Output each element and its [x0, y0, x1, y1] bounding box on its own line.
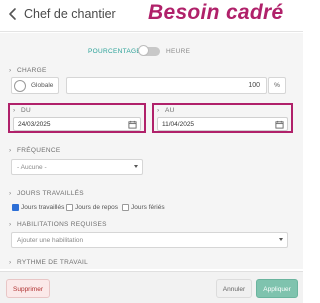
delete-button[interactable]: Supprimer — [6, 279, 50, 298]
frequence-label: FRÉQUENCE — [17, 147, 61, 154]
mode-toggle: POURCENTAGE HEURE — [0, 45, 303, 59]
cancel-button[interactable]: Annuler — [216, 279, 252, 298]
radio-circle[interactable] — [14, 80, 26, 92]
calendar-icon[interactable] — [128, 120, 137, 129]
du-date-input[interactable]: 24/03/2025 — [13, 117, 141, 131]
section-du: › DU — [13, 107, 31, 114]
chevron-right-icon: › — [9, 67, 12, 74]
form-body: POURCENTAGE HEURE › CHARGE Globale 100 % … — [0, 33, 303, 269]
habilitations-label: HABILITATIONS REQUISES — [17, 221, 107, 228]
brand-annotation: Besoin cadré — [148, 1, 284, 24]
habilitations-select[interactable]: Ajouter une habilitation — [11, 232, 288, 248]
section-jours[interactable]: › JOURS TRAVAILLÉS — [9, 190, 84, 197]
apply-button[interactable]: Appliquer — [256, 279, 298, 298]
du-date-value: 24/03/2025 — [18, 120, 51, 128]
arrow-left-icon[interactable] — [6, 7, 20, 21]
modal-footer: Supprimer Annuler Appliquer — [0, 271, 303, 303]
chevron-right-icon: › — [9, 259, 12, 266]
checkbox-jours-feries[interactable] — [122, 204, 129, 211]
toggle-label-heure[interactable]: HEURE — [166, 48, 190, 55]
chevron-right-icon: › — [9, 147, 12, 154]
modal-header: Chef de chantier Besoin cadré — [0, 0, 303, 32]
toggle-label-pourcentage[interactable]: POURCENTAGE — [88, 48, 141, 55]
calendar-icon[interactable] — [275, 120, 284, 129]
chevron-down-icon — [134, 165, 138, 168]
frequence-value: - Aucune - — [17, 164, 47, 171]
globale-radio[interactable]: Globale — [11, 77, 59, 94]
jours-repos-label: Jours de repos — [75, 204, 118, 211]
section-au: › AU — [157, 107, 175, 114]
chevron-right-icon: › — [157, 107, 160, 114]
charge-unit: % — [268, 77, 286, 94]
au-label: AU — [165, 107, 175, 114]
jours-travailles-label: Jours travaillés — [21, 204, 65, 211]
checkbox-jours-repos[interactable] — [66, 204, 73, 211]
jours-feries-label: Jours fériés — [131, 204, 165, 211]
frequence-select[interactable]: - Aucune - — [11, 159, 143, 175]
chevron-right-icon: › — [9, 190, 12, 197]
charge-label: CHARGE — [17, 67, 47, 74]
section-rythme[interactable]: › RYTHME DE TRAVAIL — [9, 259, 88, 266]
globale-label: Globale — [31, 82, 54, 89]
jours-label: JOURS TRAVAILLÉS — [17, 190, 84, 197]
rythme-label: RYTHME DE TRAVAIL — [17, 259, 89, 266]
au-date-value: 11/04/2025 — [162, 120, 195, 128]
chevron-right-icon: › — [9, 221, 12, 228]
section-habilitations[interactable]: › HABILITATIONS REQUISES — [9, 221, 107, 228]
checkbox-jours-travailles[interactable] — [12, 204, 19, 211]
au-date-input[interactable]: 11/04/2025 — [157, 117, 288, 131]
chevron-down-icon — [279, 238, 283, 241]
page-title: Chef de chantier — [24, 7, 116, 21]
toggle-knob[interactable] — [138, 45, 149, 56]
section-frequence[interactable]: › FRÉQUENCE — [9, 147, 61, 154]
habilitations-placeholder: Ajouter une habilitation — [17, 237, 84, 244]
chevron-right-icon: › — [13, 107, 16, 114]
charge-value: 100 — [248, 82, 260, 89]
charge-percent-input[interactable]: 100 — [66, 77, 267, 94]
du-label: DU — [21, 107, 31, 114]
section-charge[interactable]: › CHARGE — [9, 67, 47, 74]
